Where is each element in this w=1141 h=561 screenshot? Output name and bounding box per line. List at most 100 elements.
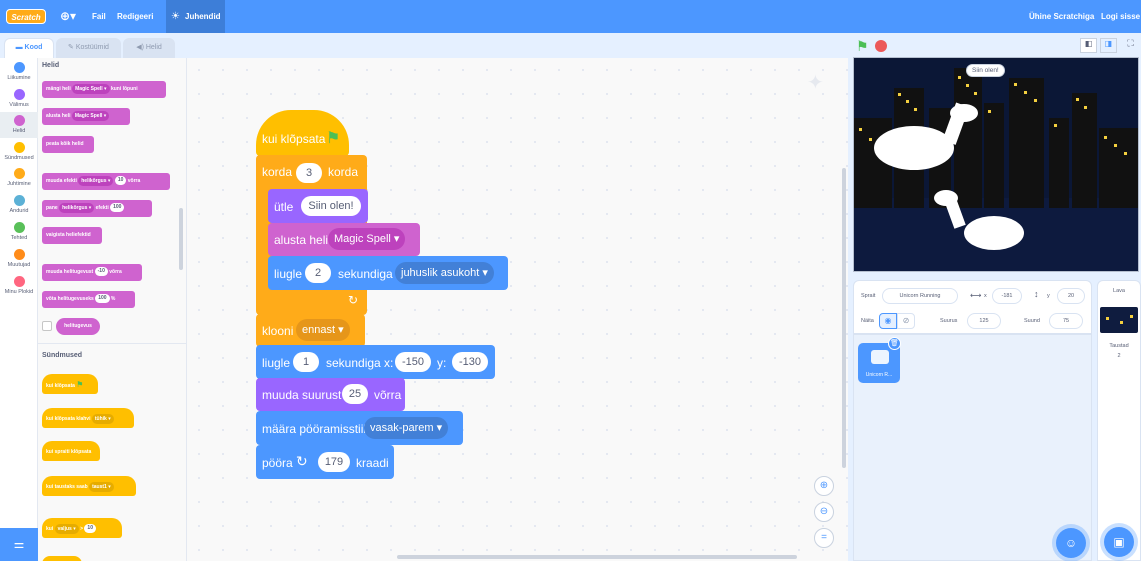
y-input[interactable]: -130 [452,352,488,372]
play-sound-until-done-block[interactable]: mängi heli Magic Spell ▾ kuni lõpuni [42,81,166,98]
key-menu[interactable]: tühik ▾ [91,413,114,424]
set-effect-block[interactable]: pane helikõrgus ▾ efekti 100 [42,200,152,217]
when-backdrop-switches-block[interactable]: kui taustaks saab taust1 ▾ [42,476,136,496]
sprite-name-input[interactable]: Unicorn Running [882,288,958,304]
category-looks[interactable]: Välimus [0,89,38,108]
change-size-block[interactable]: muuda suurust 25 võrra [256,378,405,411]
add-extension-button[interactable]: ⚌ [0,528,38,561]
tab-code[interactable]: ▬ Kood [4,38,54,58]
sign-in-link[interactable]: Logi sisse [1101,0,1140,33]
zoom-in-button[interactable]: ⊕ [814,476,834,496]
tab-sounds[interactable]: ◀) Helid [123,38,175,58]
palette-scrollbar[interactable] [179,208,183,270]
block-text: sekundiga x: [326,356,394,370]
partial-event-block[interactable] [42,556,82,561]
rotation-style-menu[interactable]: vasak-parem ▾ [364,417,449,439]
volume-monitor-checkbox[interactable] [42,321,52,331]
show-sprite-eye-icon[interactable]: ◉ [879,313,897,329]
when-greater-than-block[interactable]: kui valjus ▾ > 10 [42,518,122,538]
stop-icon[interactable] [875,40,887,52]
change-volume-block[interactable]: muuda helitugevust -10 võrra [42,264,142,281]
turn-right-block[interactable]: pööra ↻ 179 kraadi [256,445,394,479]
effect-value-input[interactable]: 10 [114,176,127,186]
say-block[interactable]: ütle Siin olen! [268,189,368,223]
glide-secs-input[interactable]: 1 [293,352,319,372]
stage-canvas[interactable]: Siin olen! [853,57,1139,272]
menu-file[interactable]: Fail [92,0,106,33]
glide-to-xy-block[interactable]: liugle 1 sekundiga x: -150 y: -130 [256,345,495,379]
green-flag-icon[interactable]: ⚑ [856,38,869,55]
when-flag-clicked-block[interactable]: kui klõpsata ⚑ [256,110,349,156]
hide-sprite-eye-icon[interactable]: ⊘ [897,313,915,329]
start-sound-block[interactable]: alusta heli Magic Spell ▾ [268,223,420,256]
glide-to-random-block[interactable]: liugle 2 sekundiga juhuslik asukoht ▾ [268,256,508,290]
repeat-count-input[interactable]: 3 [296,163,322,183]
size-input[interactable]: 125 [967,313,1001,329]
script-area[interactable]: ✦ kui klõpsata ⚑ korda 3 korda ↻ ütle Si… [187,58,848,561]
category-myblocks[interactable]: Minu Plokid [0,276,38,295]
effect-menu[interactable]: helikõrgus ▾ [59,202,95,213]
x-input[interactable]: -150 [395,352,431,372]
delete-sprite-trash-icon[interactable]: 🗑 [888,337,901,350]
scratch-logo[interactable]: Scratch [6,9,46,24]
menu-edit[interactable]: Redigeeri [117,0,153,33]
when-flag-clicked-block[interactable]: kui klõpsata ⚑ [42,374,98,394]
backdrop-menu[interactable]: taust1 ▾ [89,481,114,492]
block-text: vaigista heliefektid [46,232,91,238]
turn-degrees-input[interactable]: 179 [318,452,350,472]
fullscreen-icon[interactable]: ⛶ [1122,38,1139,53]
sound-menu[interactable]: Magic Spell ▾ [72,83,110,94]
category-motion[interactable]: Liikumine [0,62,38,81]
backdrop-thumbnail[interactable] [1100,307,1138,333]
when-key-pressed-block[interactable]: kui klõpsata klahvi tühik ▾ [42,408,134,428]
small-stage-button[interactable]: ◧ [1080,38,1097,53]
script-vertical-scrollbar[interactable] [842,168,846,468]
tab-costumes[interactable]: ✎ Kostüümid [56,38,121,58]
effect-menu[interactable]: helikõrgus ▾ [78,175,114,186]
set-volume-block[interactable]: võta helitugevuseks 100 % [42,291,135,308]
clone-target-menu[interactable]: ennast ▾ [296,319,350,341]
sound-menu[interactable]: Magic Spell ▾ [71,110,110,121]
zoom-out-button[interactable]: ⊖ [814,502,834,522]
events-dot-icon [13,142,25,153]
when-sprite-clicked-block[interactable]: kui spraiti klõpsata [42,441,100,461]
x-input[interactable]: -181 [992,288,1022,304]
join-scratch-link[interactable]: Ühine Scratchiga [1029,0,1094,33]
volume-reporter-block[interactable]: helitugevus [56,318,100,335]
volume-value-input[interactable]: 100 [95,294,110,304]
set-rotation-style-block[interactable]: määra pööramisstiil vasak-parem ▾ [256,411,463,445]
direction-input[interactable]: 75 [1049,313,1083,329]
block-text: võrra [374,388,402,402]
category-operators[interactable]: Tehted [0,222,38,241]
category-events[interactable]: Sündmused [0,142,38,161]
threshold-input[interactable]: 10 [84,524,96,534]
menu-value: vasak-parem [370,422,434,434]
tutorials-button[interactable]: ☀ Juhendid [166,0,225,33]
add-backdrop-button[interactable]: ▣ [1104,527,1134,557]
start-sound-block[interactable]: alusta heli Magic Spell ▾ [42,108,130,125]
normal-stage-button[interactable]: ◨ [1100,38,1117,53]
glide-secs-input[interactable]: 2 [305,263,331,283]
stage-selector-panel[interactable]: Lava Taustad 2 ▣ [1097,280,1141,561]
category-label: Sündmused [4,155,34,161]
glide-target-menu[interactable]: juhuslik asukoht ▾ [395,262,494,284]
category-sound[interactable]: Helid [0,112,38,138]
category-variables[interactable]: Muutujad [0,249,38,268]
say-text-input[interactable]: Siin olen! [301,196,361,216]
zoom-reset-button[interactable]: = [814,528,834,548]
size-change-input[interactable]: 25 [342,384,368,404]
change-effect-block[interactable]: muuda efekti helikõrgus ▾ 10 võrra [42,173,170,190]
y-input[interactable]: 20 [1057,288,1085,304]
volume-change-input[interactable]: -10 [94,267,108,277]
effect-value-input[interactable]: 100 [110,203,125,213]
sensor-menu[interactable]: valjus ▾ [54,523,79,534]
script-horizontal-scrollbar[interactable] [397,555,797,559]
language-globe-icon[interactable]: ⊕▾ [60,0,76,33]
add-sprite-button[interactable]: ☺ [1056,528,1086,558]
category-sensing[interactable]: Andurid [0,195,38,214]
sound-menu[interactable]: Magic Spell ▾ [328,228,406,250]
stop-all-sounds-block[interactable]: peata kõik helid [42,136,94,153]
category-control[interactable]: Juhtimine [0,168,38,187]
clear-sound-effects-block[interactable]: vaigista heliefektid [42,227,102,244]
create-clone-block[interactable]: klooni ennast ▾ [256,314,365,347]
